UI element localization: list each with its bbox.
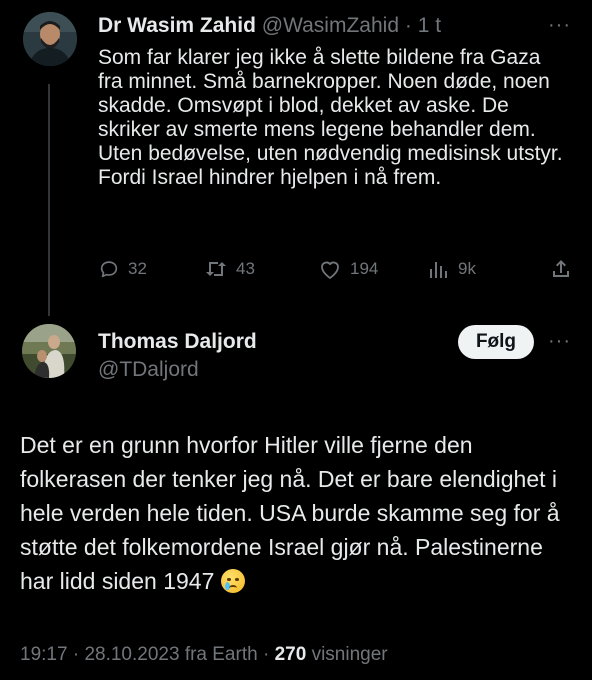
main-author-name[interactable]: Thomas Daljord [98, 330, 257, 354]
meta-dot: · [262, 644, 270, 665]
main-author-handle[interactable]: @TDaljord [98, 358, 199, 382]
reply-button[interactable]: 32 [98, 258, 147, 280]
reply-icon [100, 261, 118, 278]
analytics-icon [430, 262, 447, 278]
avatar-wasim-zahid[interactable] [23, 12, 77, 66]
more-icon[interactable]: ··· [548, 14, 571, 37]
reply-action-bar: 32 43 194 9k [98, 258, 572, 286]
repost-button[interactable]: 43 [204, 258, 255, 280]
main-tweet-text: Det er en grunn hvorfor Hitler ville fje… [20, 428, 570, 598]
share-icon [553, 260, 569, 277]
thread-line [48, 84, 50, 316]
follow-button[interactable]: Følg [458, 325, 534, 359]
reply-tweet-text: Som far klarer jeg ikke å slette bildene… [98, 46, 563, 189]
like-count: 194 [350, 259, 379, 278]
reply-count: 32 [128, 259, 147, 278]
reply-time[interactable]: 1 t [418, 14, 441, 37]
avatar-thomas-daljord[interactable] [22, 324, 76, 378]
views-label: visninger [311, 644, 388, 665]
like-button[interactable]: 194 [318, 258, 378, 280]
tweet-meta: 19:17 · 28.10.2023 fra Earth · 270 visni… [20, 644, 388, 666]
profile-photo [22, 324, 76, 378]
repost-count: 43 [236, 259, 255, 278]
meta-dot: · [72, 644, 80, 665]
views-total: 270 [274, 644, 307, 665]
main-tweet-text-content: Det er en grunn hvorfor Hitler ville fje… [20, 432, 560, 594]
tweet-time[interactable]: 19:17 [20, 644, 68, 665]
crying-face-emoji [220, 569, 245, 593]
repost-icon [206, 262, 226, 276]
separator-dot: · [404, 14, 412, 37]
tweet-date[interactable]: 28.10.2023 [84, 644, 179, 665]
reply-author-row: Dr Wasim Zahid @WasimZahid · 1 t [98, 14, 441, 38]
share-button[interactable] [550, 258, 572, 280]
more-icon[interactable]: ··· [548, 330, 571, 353]
views-button[interactable]: 9k [428, 258, 476, 280]
views-count: 9k [458, 259, 476, 278]
reply-author-name[interactable]: Dr Wasim Zahid [98, 14, 256, 37]
heart-icon [321, 261, 339, 279]
reply-author-handle[interactable]: @WasimZahid [262, 14, 399, 37]
tweet-source: fra Earth [184, 644, 258, 665]
profile-photo [23, 12, 77, 66]
